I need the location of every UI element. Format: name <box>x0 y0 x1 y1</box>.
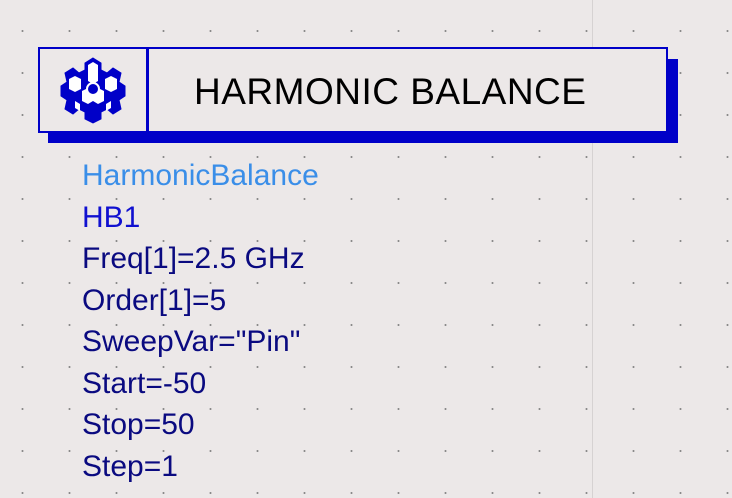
harmonic-balance-component[interactable]: HARMONIC BALANCE HarmonicBalance HB1 Fre… <box>0 0 732 498</box>
param-step[interactable]: Step=1 <box>82 446 319 488</box>
component-banner-title: HARMONIC BALANCE <box>194 71 587 112</box>
param-order[interactable]: Order[1]=5 <box>82 280 319 322</box>
param-sweepvar[interactable]: SweepVar="Pin" <box>82 321 319 363</box>
component-icon-cell <box>40 49 149 131</box>
component-parameter-list[interactable]: HarmonicBalance HB1 Freq[1]=2.5 GHz Orde… <box>82 155 319 487</box>
param-freq[interactable]: Freq[1]=2.5 GHz <box>82 238 319 280</box>
component-instance-name[interactable]: HB1 <box>82 197 319 239</box>
component-type-label[interactable]: HarmonicBalance <box>82 155 319 197</box>
param-start[interactable]: Start=-50 <box>82 363 319 405</box>
component-banner-frame: HARMONIC BALANCE <box>38 47 668 133</box>
harmonic-balance-gear-icon <box>60 57 126 124</box>
component-banner[interactable]: HARMONIC BALANCE <box>38 47 668 133</box>
param-stop[interactable]: Stop=50 <box>82 404 319 446</box>
